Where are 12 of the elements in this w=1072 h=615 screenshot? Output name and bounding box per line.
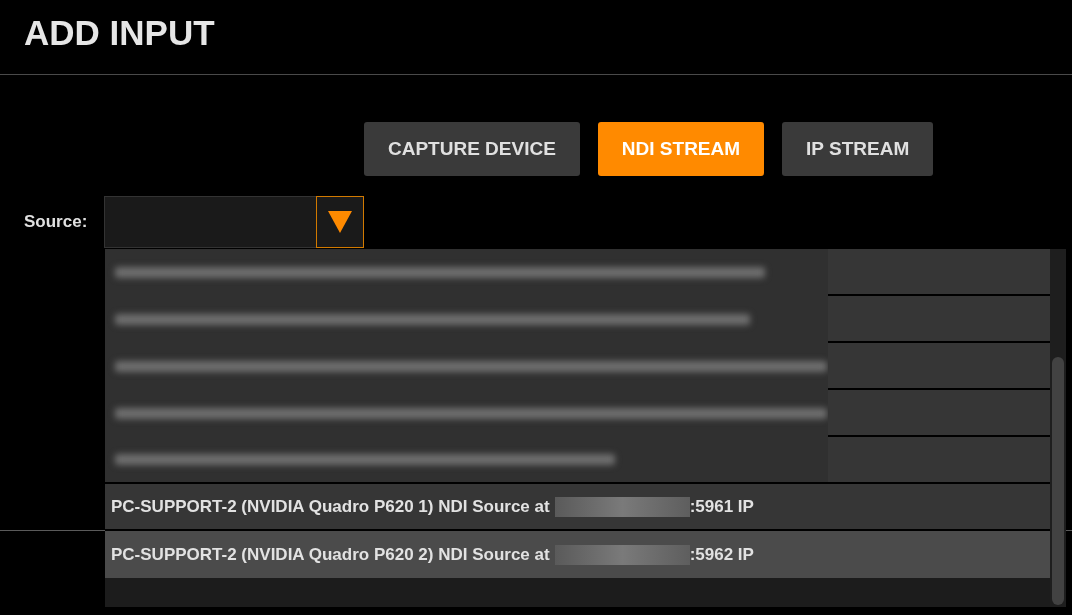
dropdown-toggle[interactable] [316, 196, 364, 248]
source-option[interactable] [105, 437, 1050, 484]
scrollbar[interactable] [1050, 249, 1066, 607]
tab[interactable]: IP STREAM [782, 122, 934, 176]
source-label: Source: [24, 211, 88, 234]
scrollbar-thumb[interactable] [1052, 357, 1064, 605]
dialog-title: ADD INPUT [24, 13, 215, 53]
tab[interactable]: CAPTURE DEVICE [364, 122, 580, 176]
source-select[interactable] [104, 196, 364, 248]
caret-down-icon [328, 211, 352, 233]
source-option[interactable]: PC-SUPPORT-2 (NVIDIA Quadro P620 2) NDI Source at :5962 IP [105, 531, 1050, 578]
source-option[interactable]: PC-SUPPORT-2 (NVIDIA Quadro P620 1) NDI Source at :5961 IP [105, 484, 1050, 531]
